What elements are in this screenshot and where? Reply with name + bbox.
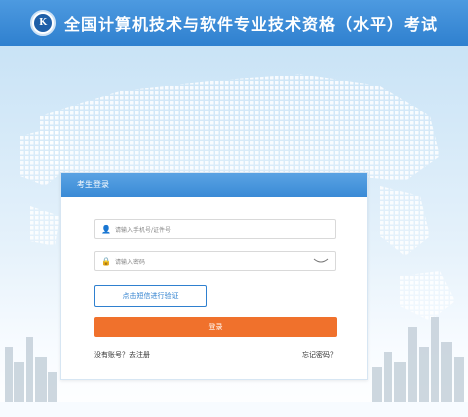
username-placeholder: 请输入手机号/证件号 <box>115 226 172 234</box>
password-placeholder: 请输入密码 <box>115 258 146 266</box>
eye-hidden-icon[interactable] <box>313 257 329 265</box>
login-links: 没有账号？去注册 忘记密码？ <box>94 350 337 360</box>
logo-mark: K <box>34 14 52 32</box>
header-bar: K 全国计算机技术与软件专业技术资格（水平）考试 <box>0 0 468 46</box>
logo: K <box>30 10 56 36</box>
sms-verify-button[interactable]: 点击短信进行验证 <box>94 285 207 307</box>
lock-icon: 🔒 <box>101 256 111 266</box>
login-panel-title: 考生登录 <box>61 173 367 197</box>
user-icon: 👤 <box>101 224 111 234</box>
password-field[interactable]: 🔒 请输入密码 <box>94 251 336 271</box>
login-button[interactable]: 登录 <box>94 317 337 337</box>
login-panel: 考生登录 👤 请输入手机号/证件号 🔒 请输入密码 点击短信进行验证 登录 没有… <box>60 172 368 380</box>
register-link[interactable]: 没有账号？去注册 <box>94 350 150 360</box>
username-field[interactable]: 👤 请输入手机号/证件号 <box>94 219 336 239</box>
forgot-password-link[interactable]: 忘记密码？ <box>302 350 337 360</box>
page-title: 全国计算机技术与软件专业技术资格（水平）考试 <box>64 15 439 34</box>
